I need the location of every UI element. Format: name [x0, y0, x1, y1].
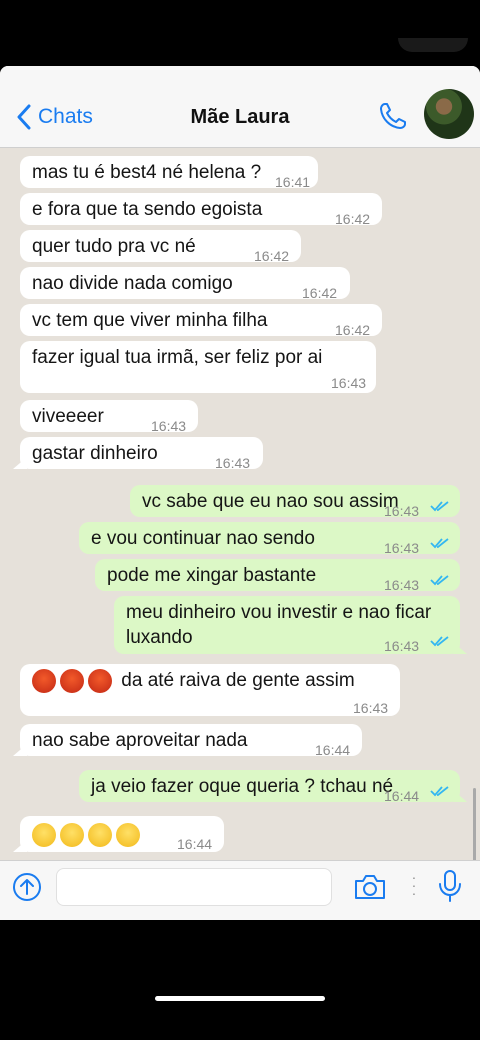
bubble-tail [13, 457, 27, 469]
message-text: vc sabe que eu nao sou assim [142, 491, 399, 512]
message-text: e vou continuar nao sendo [91, 528, 315, 549]
message-incoming[interactable]: viveeeer 16:43 [20, 400, 198, 434]
back-label: Chats [38, 105, 93, 128]
more-dots-icon: · · · [411, 869, 417, 901]
message-text: e fora que ta sendo egoista [32, 199, 263, 220]
chat-header: Chats Mãe Laura [0, 66, 480, 148]
message-text: ja veio fazer oque queria ? tchau né [91, 776, 394, 797]
message-incoming[interactable]: nao sabe aproveitar nada 16:44 [13, 724, 362, 758]
message-time: 16:44 [177, 836, 213, 852]
message-incoming[interactable]: quer tudo pra vc né 16:42 [20, 230, 301, 264]
message-text: vc tem que viver minha filha [32, 310, 268, 331]
read-ticks-icon [430, 636, 449, 647]
message-time: 16:43 [384, 503, 420, 519]
message-time: 16:43 [384, 638, 420, 654]
message-text: pode me xingar bastante [107, 565, 317, 586]
message-incoming[interactable]: 16:44 [13, 816, 224, 852]
message-text: da até raiva de gente assim [121, 670, 355, 691]
contact-avatar[interactable] [424, 89, 474, 139]
message-text: viveeeer [32, 406, 104, 427]
read-ticks-icon [430, 786, 449, 797]
rolling-eyes-face-icon [60, 822, 84, 847]
message-time: 16:44 [384, 788, 420, 804]
message-time: 16:43 [151, 418, 187, 434]
message-time: 16:42 [302, 285, 338, 301]
bubble-tail [13, 840, 27, 852]
rolling-eyes-face-icon [116, 822, 140, 847]
message-text: fazer igual tua irmã, ser feliz por ai [32, 347, 323, 368]
message-content [32, 822, 144, 847]
message-outgoing[interactable]: vc sabe que eu nao sou assim 16:43 [130, 485, 460, 519]
microphone-icon[interactable] [437, 869, 463, 903]
message-time: 16:43 [215, 455, 251, 471]
message-time: 16:43 [384, 540, 420, 556]
message-incoming[interactable]: e fora que ta sendo egoista 16:42 [20, 193, 382, 227]
bubble-tail [13, 744, 27, 756]
message-outgoing[interactable]: e vou continuar nao sendo 16:43 [79, 522, 460, 556]
message-time: 16:43 [384, 577, 420, 593]
angry-face-icon [32, 668, 56, 693]
chevron-left-icon [17, 104, 31, 130]
message-outgoing[interactable]: pode me xingar bastante 16:43 [95, 559, 460, 593]
angry-face-icon [88, 668, 112, 693]
camera-notch [398, 38, 468, 52]
message-text: mas tu é best4 né helena ? [32, 162, 262, 183]
message-time: 16:43 [353, 700, 389, 716]
phone-icon[interactable] [378, 101, 408, 131]
message-text: nao divide nada comigo [32, 273, 233, 294]
message-incoming[interactable]: fazer igual tua irmã, ser feliz por ai 1… [20, 341, 376, 393]
message-text: nao sabe aproveitar nada [32, 730, 248, 751]
message-incoming[interactable]: mas tu é best4 né helena ? 16:41 [20, 156, 318, 190]
status-bar-area [0, 0, 480, 66]
angry-face-icon [60, 668, 84, 693]
read-ticks-icon [430, 575, 449, 586]
bubble-tail [453, 642, 467, 654]
bubble-tail [453, 790, 467, 802]
arrow-up-circle-icon[interactable] [12, 872, 42, 902]
back-button[interactable]: Chats [16, 102, 93, 132]
home-indicator[interactable] [155, 996, 325, 1001]
message-time: 16:42 [335, 322, 371, 338]
message-content: da até raiva de gente assim [32, 668, 355, 693]
message-outgoing[interactable]: meu dinheiro vou investir e nao ficar lu… [114, 596, 467, 654]
message-incoming[interactable]: da até raiva de gente assim 16:43 [20, 664, 400, 716]
message-incoming[interactable]: vc tem que viver minha filha 16:42 [20, 304, 382, 338]
message-input[interactable] [56, 868, 332, 906]
read-ticks-icon [430, 501, 449, 512]
message-time: 16:44 [315, 742, 351, 758]
whatsapp-screen: Chats Mãe Laura mas tu é best4 né helena… [0, 66, 480, 920]
message-incoming[interactable]: nao divide nada comigo 16:42 [20, 267, 350, 301]
message-time: 16:41 [275, 174, 311, 190]
contact-name[interactable]: Mãe Laura [140, 106, 340, 129]
rolling-eyes-face-icon [88, 822, 112, 847]
camera-icon[interactable] [353, 872, 387, 902]
message-input-bar: · · · [0, 860, 480, 920]
message-outgoing[interactable]: ja veio fazer oque queria ? tchau né 16:… [79, 770, 467, 804]
message-time: 16:42 [335, 211, 371, 227]
rolling-eyes-face-icon [32, 822, 56, 847]
read-ticks-icon [430, 538, 449, 549]
message-text: gastar dinheiro [32, 443, 158, 464]
message-incoming[interactable]: gastar dinheiro 16:43 [13, 437, 263, 471]
message-list[interactable]: mas tu é best4 né helena ? 16:41 e fora … [0, 148, 480, 920]
message-time: 16:43 [331, 375, 367, 391]
message-text: quer tudo pra vc né [32, 236, 196, 257]
message-time: 16:42 [254, 248, 290, 264]
